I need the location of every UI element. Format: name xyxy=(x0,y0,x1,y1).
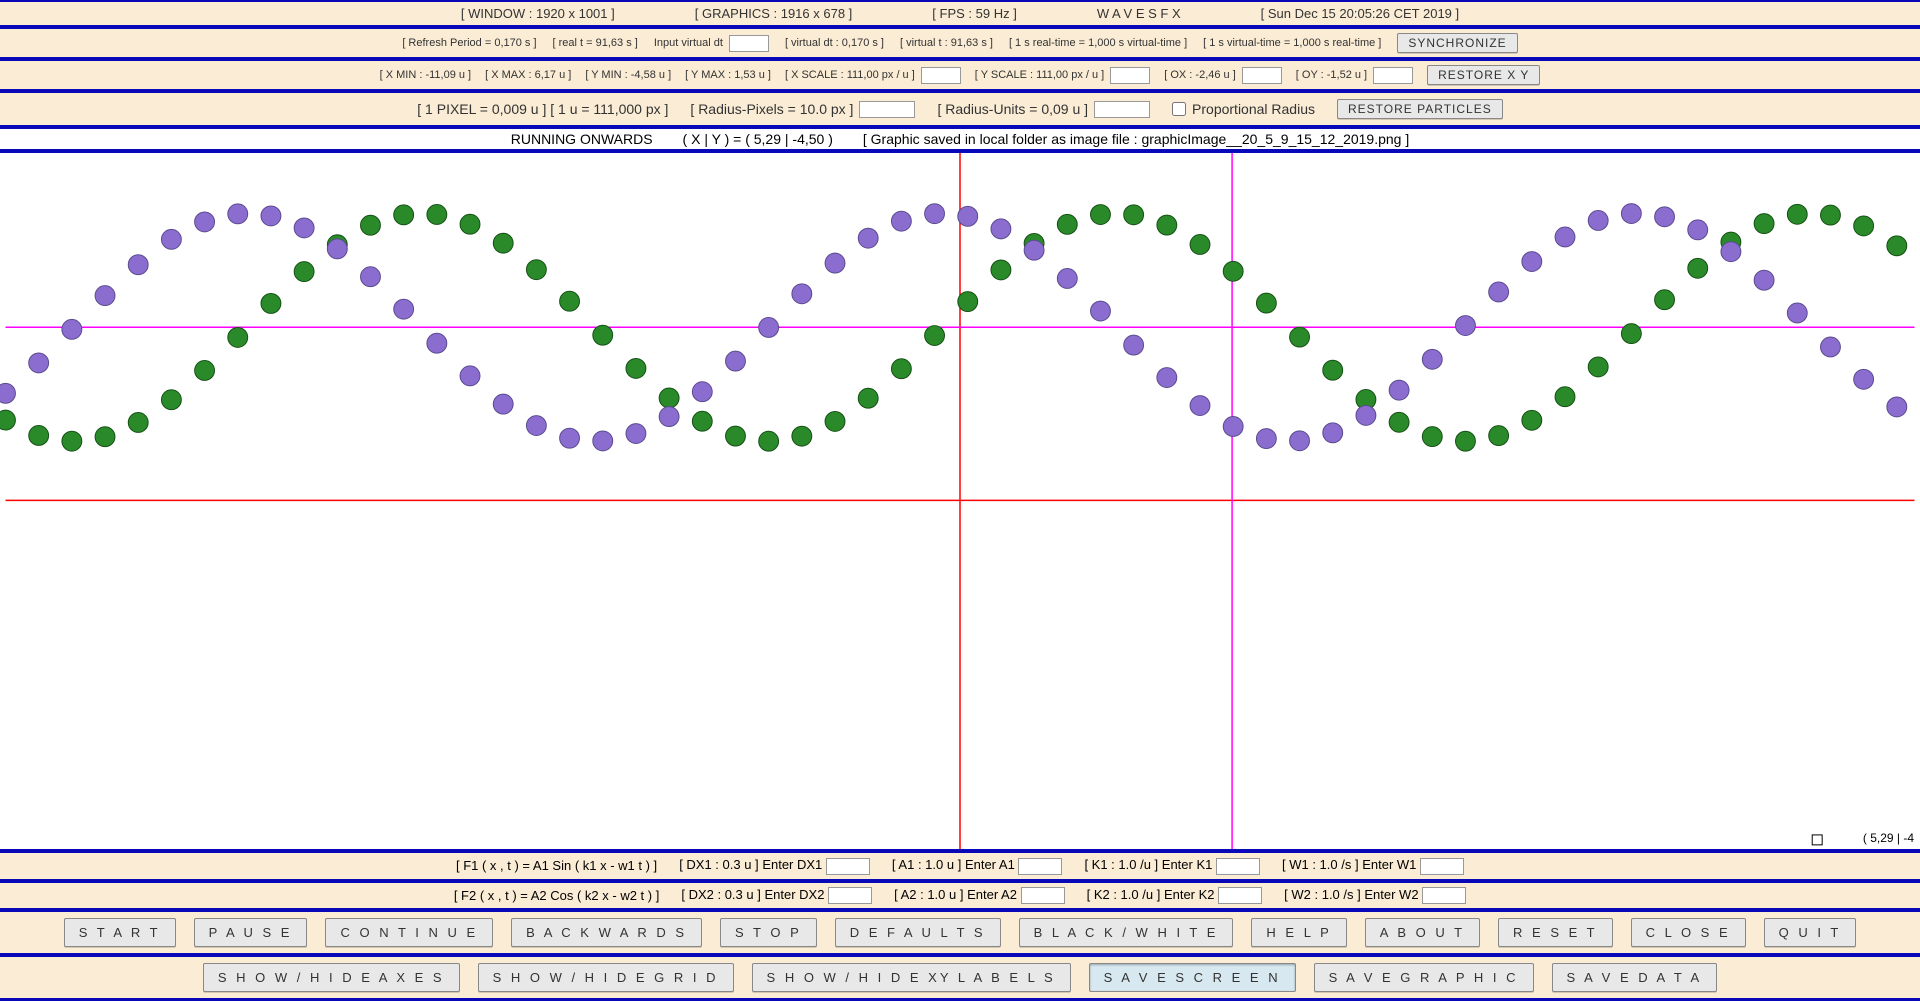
show-hide-axes-button[interactable]: S H O W / H I D E A X E S xyxy=(203,963,460,992)
show-hide-xy-labels-button[interactable]: S H O W / H I D E XY L A B E L S xyxy=(752,963,1071,992)
display-button-row: S H O W / H I D E A X E S S H O W / H I D… xyxy=(0,955,1920,1000)
xmax: [ X MAX : 6,17 u ] xyxy=(485,69,571,81)
fps-label: [ FPS : 59 Hz ] xyxy=(932,6,1017,21)
virtual-dt: [ virtual dt : 0,170 s ] xyxy=(785,37,884,49)
synchronize-button[interactable]: SYNCHRONIZE xyxy=(1397,33,1517,53)
formula-bar-2: [ F2 ( x , t ) = A2 Cos ( k2 x - w2 t ) … xyxy=(0,881,1920,911)
k1-label: Enter K1 xyxy=(1162,857,1213,872)
quit-button[interactable]: Q U I T xyxy=(1764,918,1857,947)
k2: [ K2 : 1.0 /u ] xyxy=(1087,887,1161,902)
backwards-button[interactable]: B A C K W A R D S xyxy=(511,918,702,947)
about-button[interactable]: A B O U T xyxy=(1365,918,1480,947)
formula-bar-1: [ F1 ( x , t ) = A1 Sin ( k1 x - w1 t ) … xyxy=(0,851,1920,881)
restore-xy-button[interactable]: RESTORE X Y xyxy=(1427,65,1540,85)
vt-to-rt: [ 1 s virtual-time = 1,000 s real-time ] xyxy=(1203,37,1381,49)
f1-formula: [ F1 ( x , t ) = A1 Sin ( k1 x - w1 t ) … xyxy=(456,858,657,873)
show-hide-grid-button[interactable]: S H O W / H I D E G R I D xyxy=(478,963,734,992)
close-button[interactable]: C L O S E xyxy=(1631,918,1746,947)
graphics-label: [ GRAPHICS : 1916 x 678 ] xyxy=(695,6,853,21)
f2-formula: [ F2 ( x , t ) = A2 Cos ( k2 x - w2 t ) … xyxy=(454,888,660,903)
w1-input[interactable] xyxy=(1420,858,1464,875)
main-button-row: S T A R TP A U S EC O N T I N U EB A C K… xyxy=(0,910,1920,955)
continue-button[interactable]: C O N T I N U E xyxy=(325,918,493,947)
top-info-bar: [ WINDOW : 1920 x 1001 ] [ GRAPHICS : 19… xyxy=(0,0,1920,27)
dx2: [ DX2 : 0.3 u ] xyxy=(681,887,761,902)
a1: [ A1 : 1.0 u ] xyxy=(892,857,961,872)
radius-px: [ Radius-Pixels = 10.0 px ] xyxy=(690,101,853,117)
dx2-input[interactable] xyxy=(828,887,872,904)
radius-u-input[interactable] xyxy=(1094,101,1150,118)
yscale: [ Y SCALE : 111,00 px / u ] xyxy=(975,69,1104,81)
graphics-canvas[interactable]: ( 5,29 | -4 xyxy=(0,151,1920,851)
virtual-dt-input[interactable] xyxy=(729,35,769,52)
save-data-button[interactable]: S A V E D A T A xyxy=(1552,963,1718,992)
proportional-radius-label: Proportional Radius xyxy=(1192,101,1315,117)
xmin: [ X MIN : -11,09 u ] xyxy=(380,69,472,81)
oy-input[interactable] xyxy=(1373,67,1413,84)
a1-input[interactable] xyxy=(1018,858,1062,875)
app-title: W A V E S F X xyxy=(1097,6,1181,21)
a1-label: Enter A1 xyxy=(965,857,1015,872)
dx1: [ DX1 : 0.3 u ] xyxy=(679,857,759,872)
a2-input[interactable] xyxy=(1021,887,1065,904)
w1-label: Enter W1 xyxy=(1362,857,1416,872)
defaults-button[interactable]: D E F A U L T S xyxy=(835,918,1001,947)
dx1-label: Enter DX1 xyxy=(762,857,822,872)
cursor-xy: ( X | Y ) = ( 5,29 | -4,50 ) xyxy=(683,131,833,147)
datetime-label: [ Sun Dec 15 20:05:26 CET 2019 ] xyxy=(1261,6,1460,21)
ox-input[interactable] xyxy=(1242,67,1282,84)
rt-to-vt: [ 1 s real-time = 1,000 s virtual-time ] xyxy=(1009,37,1187,49)
radius-u: [ Radius-Units = 0,09 u ] xyxy=(937,101,1088,117)
save-graphic-button[interactable]: S A V E G R A P H I C xyxy=(1314,963,1534,992)
w1: [ W1 : 1.0 /s ] xyxy=(1282,857,1359,872)
help-button[interactable]: H E L P xyxy=(1251,918,1346,947)
xscale-input[interactable] xyxy=(921,67,961,84)
axes-bar: [ X MIN : -11,09 u ] [ X MAX : 6,17 u ] … xyxy=(0,59,1920,91)
xscale: [ X SCALE : 111,00 px / u ] xyxy=(785,69,915,81)
status-bar: RUNNING ONWARDS ( X | Y ) = ( 5,29 | -4,… xyxy=(0,127,1920,151)
w2-input[interactable] xyxy=(1422,887,1466,904)
pixel-unit: [ 1 PIXEL = 0,009 u ] [ 1 u = 111,000 px… xyxy=(417,101,668,117)
w2: [ W2 : 1.0 /s ] xyxy=(1284,887,1361,902)
input-vdt-label: Input virtual dt xyxy=(654,37,723,49)
w2-label: Enter W2 xyxy=(1364,887,1418,902)
radius-px-input[interactable] xyxy=(859,101,915,118)
oy: [ OY : -1,52 u ] xyxy=(1296,69,1367,81)
restore-particles-button[interactable]: RESTORE PARTICLES xyxy=(1337,99,1503,119)
ox: [ OX : -2,46 u ] xyxy=(1164,69,1236,81)
time-bar: [ Refresh Period = 0,170 s ] [ real t = … xyxy=(0,27,1920,59)
yscale-input[interactable] xyxy=(1110,67,1150,84)
a2: [ A2 : 1.0 u ] xyxy=(894,887,963,902)
refresh-period: [ Refresh Period = 0,170 s ] xyxy=(402,37,536,49)
run-state: RUNNING ONWARDS xyxy=(511,131,653,147)
reset-button[interactable]: R E S E T xyxy=(1498,918,1613,947)
ymax: [ Y MAX : 1,53 u ] xyxy=(685,69,771,81)
black-white-button[interactable]: B L A C K / W H I T E xyxy=(1019,918,1234,947)
k2-input[interactable] xyxy=(1218,887,1262,904)
k1-input[interactable] xyxy=(1216,858,1260,875)
radius-bar: [ 1 PIXEL = 0,009 u ] [ 1 u = 111,000 px… xyxy=(0,91,1920,127)
dx1-input[interactable] xyxy=(826,858,870,875)
real-t: [ real t = 91,63 s ] xyxy=(553,37,638,49)
save-message: [ Graphic saved in local folder as image… xyxy=(863,131,1409,147)
window-label: [ WINDOW : 1920 x 1001 ] xyxy=(461,6,615,21)
proportional-radius-checkbox[interactable] xyxy=(1172,102,1186,116)
stop-button[interactable]: S T O P xyxy=(720,918,817,947)
save-screen-button[interactable]: S A V E S C R E E N xyxy=(1089,963,1296,992)
ymin: [ Y MIN : -4,58 u ] xyxy=(585,69,671,81)
pause-button[interactable]: P A U S E xyxy=(194,918,308,947)
start-button[interactable]: S T A R T xyxy=(64,918,176,947)
k2-label: Enter K2 xyxy=(1164,887,1215,902)
dx2-label: Enter DX2 xyxy=(764,887,824,902)
virtual-t: [ virtual t : 91,63 s ] xyxy=(900,37,993,49)
mouse-coord-overlay: ( 5,29 | -4 xyxy=(1863,831,1914,845)
k1: [ K1 : 1.0 /u ] xyxy=(1084,857,1158,872)
a2-label: Enter A2 xyxy=(967,887,1017,902)
